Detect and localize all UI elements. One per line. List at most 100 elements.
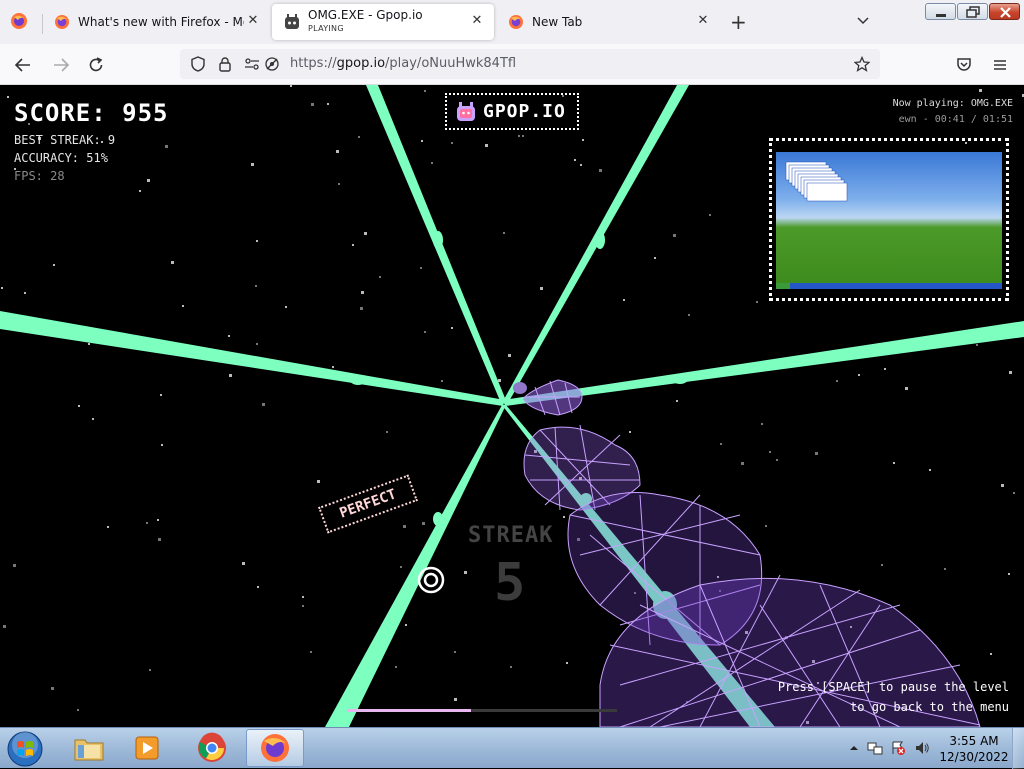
minimize-button[interactable]: [925, 3, 956, 20]
lock-icon[interactable]: [217, 56, 233, 72]
close-tab-icon[interactable]: ✕: [246, 14, 260, 28]
clock-time[interactable]: 3:55 AM: [944, 734, 1004, 748]
close-tab-icon[interactable]: ✕: [470, 14, 484, 28]
video-taskbar: [776, 283, 1002, 289]
restore-button[interactable]: [957, 3, 988, 20]
close-tab-icon[interactable]: ✕: [696, 14, 710, 28]
tab-whats-new[interactable]: What's new with Firefox - More ✕: [42, 4, 270, 40]
pocket-icon[interactable]: [955, 56, 973, 74]
video-preview[interactable]: [769, 138, 1009, 301]
star: [944, 568, 946, 570]
star: [1009, 371, 1012, 374]
firefox-favicon-icon: [509, 15, 523, 29]
url-bar[interactable]: https://gpop.io/play/oNuuHwk84Tfl: [180, 49, 880, 79]
taskbar-media-player[interactable]: [118, 729, 176, 767]
reload-icon[interactable]: [87, 56, 105, 74]
star: [881, 564, 883, 566]
star: [405, 624, 407, 626]
bookmark-star-icon[interactable]: [854, 56, 870, 72]
star: [400, 566, 402, 568]
clock-date[interactable]: 12/30/2022: [938, 750, 1010, 764]
shield-icon[interactable]: [190, 56, 206, 72]
url-text[interactable]: https://gpop.io/play/oNuuHwk84Tfl: [290, 56, 516, 71]
star: [256, 240, 258, 242]
star: [285, 306, 287, 308]
new-tab-button[interactable]: +: [730, 12, 747, 32]
forward-arrow-icon[interactable]: [52, 56, 70, 74]
star: [858, 374, 860, 376]
tab-new-tab[interactable]: New Tab ✕: [496, 4, 720, 40]
star: [310, 651, 312, 653]
start-button[interactable]: [6, 730, 44, 768]
star: [522, 135, 524, 137]
star: [884, 368, 886, 370]
star: [1001, 484, 1004, 487]
star: [654, 257, 656, 259]
tab-gpop[interactable]: OMG.EXE - Gpop.io PLAYING ✕: [272, 4, 494, 40]
star: [756, 301, 758, 303]
star: [361, 291, 364, 294]
action-center-icon[interactable]: [890, 740, 906, 756]
star: [251, 163, 254, 166]
firefox-favicon-icon: [55, 15, 69, 29]
show-desktop-button[interactable]: [1012, 728, 1024, 769]
show-hidden-icons-icon[interactable]: [846, 740, 862, 756]
star: [508, 354, 511, 357]
video-start-button: [776, 283, 790, 289]
star: [53, 264, 55, 266]
taskbar-explorer[interactable]: [60, 729, 118, 767]
beam-node: [433, 231, 443, 249]
hamburger-menu-icon[interactable]: [991, 56, 1009, 74]
taskbar-firefox[interactable]: [246, 729, 304, 767]
gpop-logo[interactable]: GPOP.IO: [445, 93, 579, 130]
beam-top-right: [502, 85, 689, 403]
game-canvas[interactable]: SCORE: 955 BEST STREAK: 9 ACCURACY: 51% …: [0, 85, 1024, 727]
star: [485, 144, 488, 147]
star: [464, 571, 467, 574]
star: [395, 666, 397, 668]
gpop-mascot-icon: [457, 101, 475, 121]
firefox-icon: [261, 734, 289, 762]
star: [776, 459, 778, 461]
star: [379, 276, 381, 278]
close-window-button[interactable]: [989, 3, 1020, 20]
close-icon: [1000, 7, 1011, 18]
firefox-view-icon[interactable]: [10, 12, 28, 30]
star: [3, 625, 6, 628]
pause-hint: Press [SPACE] to pause the level: [777, 680, 1009, 694]
chrome-icon: [198, 732, 226, 762]
network-icon[interactable]: [867, 740, 883, 756]
streak-value: 5: [494, 553, 526, 613]
star: [364, 232, 367, 235]
star: [676, 400, 678, 402]
streak-label: STREAK: [468, 523, 554, 548]
volume-icon[interactable]: [914, 740, 930, 756]
now-playing: Now playing: OMG.EXE: [892, 98, 1013, 109]
star: [257, 586, 259, 588]
tracking-protection-icon[interactable]: [264, 56, 280, 72]
star: [24, 292, 26, 294]
folder-icon: [74, 739, 104, 761]
permissions-icon[interactable]: [244, 56, 260, 72]
star: [815, 452, 818, 455]
target-cursor-icon: [417, 566, 445, 594]
star: [352, 244, 354, 246]
star: [1013, 492, 1015, 494]
tab-title: OMG.EXE - Gpop.io: [308, 8, 423, 22]
tab-playing-status: PLAYING: [308, 24, 344, 33]
star: [454, 698, 457, 701]
taskbar-chrome[interactable]: [183, 729, 241, 767]
restore-icon: [966, 6, 980, 18]
star: [360, 307, 363, 310]
star: [256, 343, 258, 345]
beam-node: [433, 512, 443, 526]
star: [358, 136, 360, 138]
star: [688, 314, 690, 316]
back-arrow-icon[interactable]: [14, 56, 32, 74]
star: [441, 380, 443, 382]
star: [454, 651, 456, 653]
score-display: SCORE: 955: [14, 99, 169, 127]
star: [720, 443, 722, 445]
star: [290, 85, 292, 87]
chevron-down-icon[interactable]: [856, 14, 870, 28]
